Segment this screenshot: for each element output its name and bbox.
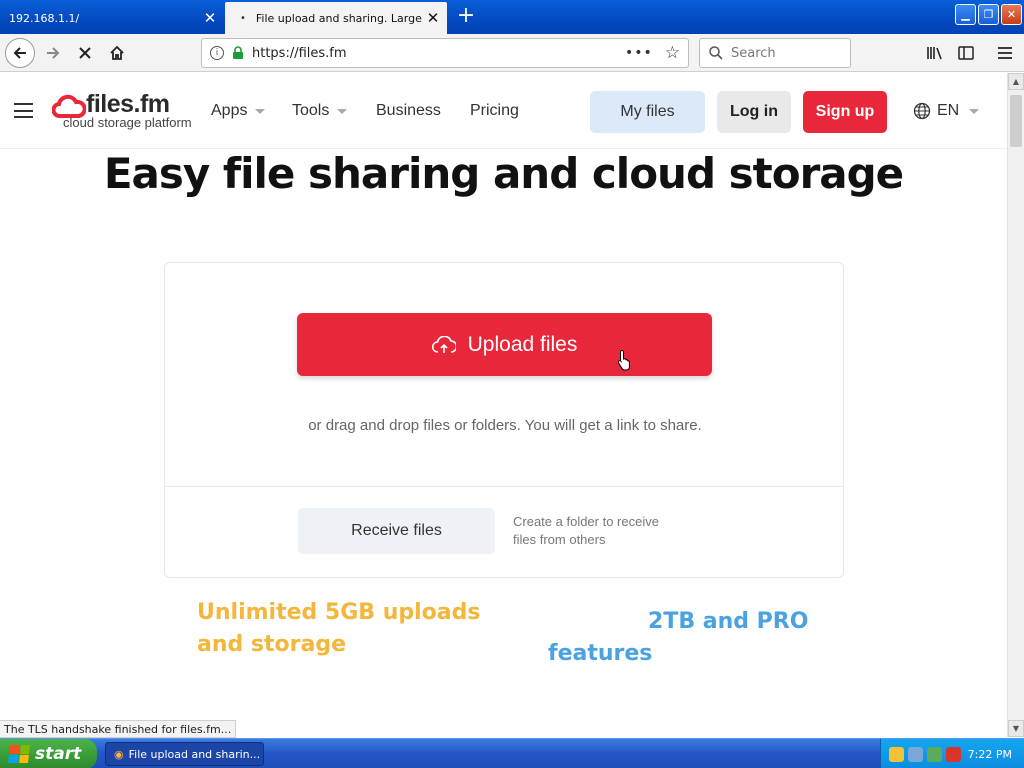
menu-apps-label: Apps xyxy=(211,102,248,119)
back-arrow-icon xyxy=(13,47,26,59)
menu-button[interactable] xyxy=(990,38,1020,68)
forward-arrow-icon xyxy=(47,47,60,59)
window-controls: ▁ ❐ ✕ xyxy=(955,4,1022,25)
hamburger-menu-icon xyxy=(998,47,1012,59)
back-button[interactable] xyxy=(5,38,35,68)
upload-card: Upload files or drag and drop files or f… xyxy=(164,262,844,578)
sidebar-button[interactable] xyxy=(951,38,981,68)
taskbar-clock: 7:22 PM xyxy=(967,747,1012,761)
cloud-upload-icon xyxy=(431,335,456,353)
menu-business[interactable]: Business xyxy=(376,102,441,120)
scroll-down-icon[interactable]: ▼ xyxy=(1008,720,1024,737)
language-selector[interactable]: EN xyxy=(913,102,980,120)
scroll-up-icon[interactable]: ▲ xyxy=(1008,73,1024,90)
feature-unlimited-uploads: Unlimited 5GB uploads and storage xyxy=(197,600,481,657)
taskbar-item-firefox[interactable]: ◉ File upload and sharin... xyxy=(105,742,264,766)
stop-icon xyxy=(79,47,91,59)
network-connection-icon[interactable] xyxy=(927,746,942,762)
minimize-button[interactable]: ▁ xyxy=(955,4,976,25)
search-bar[interactable]: Search xyxy=(699,38,851,68)
windows-taskbar: start ◉ File upload and sharin... 7:22 P… xyxy=(0,738,1024,768)
globe-icon xyxy=(913,102,931,120)
page-title: Easy file sharing and cloud storage xyxy=(103,149,904,198)
receive-files-description: Create a folder to receive files from ot… xyxy=(513,514,659,547)
menu-pricing[interactable]: Pricing xyxy=(470,102,519,120)
start-label: start xyxy=(35,744,82,764)
taskbar-item-label: File upload and sharin... xyxy=(128,747,261,761)
firefox-icon: ◉ xyxy=(114,747,124,761)
page-scrollbar[interactable]: ▲ ▼ xyxy=(1007,73,1024,737)
receive-files-button[interactable]: Receive files xyxy=(298,508,495,554)
search-placeholder: Search xyxy=(731,45,776,61)
bookmark-star-icon[interactable]: ☆ xyxy=(665,43,680,63)
lock-icon xyxy=(233,46,243,59)
files-fm-logo[interactable]: files.fm cloud storage platform xyxy=(52,90,192,132)
tab-files-fm[interactable]: • File upload and sharing. Large file t … xyxy=(225,2,447,34)
search-icon xyxy=(709,46,723,60)
logo-tagline: cloud storage platform xyxy=(63,115,192,130)
library-button[interactable] xyxy=(920,38,950,68)
feature-2tb-pro: 2TB and PRO features xyxy=(548,609,809,666)
security-shield-icon[interactable] xyxy=(889,746,904,762)
my-files-button[interactable]: My files xyxy=(590,91,705,133)
web-page: files.fm cloud storage platform Apps Too… xyxy=(0,73,1007,737)
menu-tools[interactable]: Tools xyxy=(292,102,348,120)
info-icon[interactable]: i xyxy=(210,46,224,60)
loading-dot-icon: • xyxy=(240,12,246,24)
divider xyxy=(165,486,843,487)
scrollbar-thumb[interactable] xyxy=(1010,95,1022,147)
home-button[interactable] xyxy=(102,38,132,68)
forward-button[interactable] xyxy=(38,38,68,68)
drag-drop-hint: or drag and drop files or folders. You w… xyxy=(308,417,702,434)
site-menu-icon[interactable] xyxy=(14,103,33,118)
windows-flag-icon xyxy=(8,745,30,763)
tab-router[interactable]: 192.168.1.1/ ✕ xyxy=(0,2,224,34)
site-header: files.fm cloud storage platform Apps Too… xyxy=(0,73,1007,149)
stop-button[interactable] xyxy=(70,38,100,68)
upload-files-button[interactable]: Upload files xyxy=(297,313,712,376)
home-icon xyxy=(110,45,124,60)
network-icon[interactable] xyxy=(908,746,923,762)
hand-cursor-icon xyxy=(617,349,630,371)
start-button[interactable]: start xyxy=(0,739,97,768)
close-tab-icon[interactable]: ✕ xyxy=(423,9,443,27)
address-bar[interactable]: i https://files.fm ••• ☆ xyxy=(201,38,689,68)
sidebar-icon xyxy=(958,46,974,60)
library-icon xyxy=(927,47,942,60)
new-tab-button[interactable]: + xyxy=(453,4,479,30)
menu-apps[interactable]: Apps xyxy=(211,102,266,120)
status-bar-text: The TLS handshake finished for files.fm.… xyxy=(0,720,237,738)
tab-title: 192.168.1.1/ xyxy=(9,11,80,25)
browser-toolbar: i https://files.fm ••• ☆ Search xyxy=(0,34,1024,72)
language-label: EN xyxy=(937,102,960,119)
restore-button[interactable]: ❐ xyxy=(978,4,999,25)
page-actions-icon[interactable]: ••• xyxy=(625,45,653,61)
chevron-down-icon xyxy=(337,108,348,114)
chevron-down-icon xyxy=(255,108,266,114)
upload-files-label: Upload files xyxy=(467,332,578,356)
menu-tools-label: Tools xyxy=(292,102,330,119)
signup-button[interactable]: Sign up xyxy=(803,91,887,133)
browser-titlebar: 192.168.1.1/ ✕ • File upload and sharing… xyxy=(0,0,1024,34)
chevron-down-icon xyxy=(969,108,980,114)
url-text: https://files.fm xyxy=(252,45,347,61)
close-window-button[interactable]: ✕ xyxy=(1001,4,1022,25)
login-button[interactable]: Log in xyxy=(717,91,791,133)
system-tray: 7:22 PM xyxy=(880,739,1024,768)
close-tab-icon[interactable]: ✕ xyxy=(200,9,220,27)
antivirus-icon[interactable] xyxy=(946,746,961,762)
tab-title: File upload and sharing. Large file t xyxy=(255,11,423,25)
